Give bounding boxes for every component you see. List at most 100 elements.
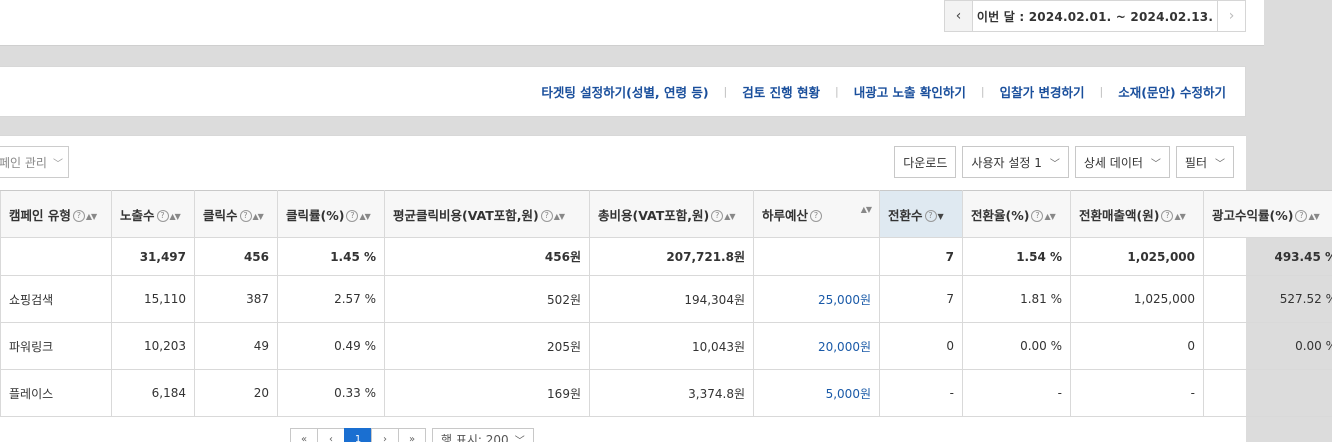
- header-label: 노출수: [120, 207, 155, 223]
- sort-icon[interactable]: ▲▼: [861, 205, 872, 214]
- table-cell: 20: [194, 369, 278, 417]
- header-total-cost[interactable]: 총비용(VAT포함,원)? ▲▼: [589, 190, 754, 238]
- table-cell: 169원: [384, 369, 590, 417]
- help-icon[interactable]: ?: [239, 210, 252, 222]
- table-cell: 456원: [384, 237, 590, 276]
- header-avg-cpc[interactable]: 평균클릭비용(VAT포함,원)? ▲▼: [384, 190, 590, 238]
- help-icon[interactable]: ?: [156, 210, 169, 222]
- table-cell: 3,374.8원: [589, 369, 754, 417]
- filter-label: 필터: [1184, 155, 1207, 170]
- pagination: « ‹ 1 › » 행 표시: 200 ﹀: [290, 428, 534, 442]
- sort-icon[interactable]: ▲▼: [554, 212, 565, 221]
- link-ad-exposure[interactable]: 내광고 노출 확인하기: [851, 82, 969, 101]
- header-label: 광고수익률(%): [1212, 207, 1294, 223]
- chevron-left-icon[interactable]: ‹: [945, 1, 973, 31]
- sort-icon[interactable]: ▲▼: [253, 212, 264, 221]
- campaign-type-cell: 쇼핑검색: [0, 275, 112, 323]
- table-row: 파워링크 10,203 49 0.49 % 205원 10,043원 20,00…: [0, 322, 1332, 370]
- header-conversions[interactable]: 전환수? ▼: [879, 190, 963, 238]
- table-cell: 7: [879, 275, 963, 323]
- link-separator: |: [834, 85, 839, 98]
- table-cell: -: [1070, 369, 1204, 417]
- chevron-down-icon: ﹀: [1150, 158, 1161, 170]
- header-conversion-revenue[interactable]: 전환매출액(원)? ▲▼: [1070, 190, 1204, 238]
- campaign-type-cell: 파워링크: [0, 322, 112, 370]
- table-cell: 194,304원: [589, 275, 754, 323]
- daily-budget-link[interactable]: 20,000원: [753, 322, 880, 370]
- help-icon[interactable]: ?: [1295, 210, 1308, 222]
- help-icon[interactable]: ?: [711, 210, 724, 222]
- table-cell: 2.57 %: [277, 275, 385, 323]
- link-separator: |: [723, 85, 728, 98]
- sort-icon[interactable]: ▲▼: [86, 212, 97, 221]
- user-setting-select[interactable]: 사용자 설정 1 ﹀: [962, 146, 1069, 178]
- header-roas[interactable]: 광고수익률(%)? ▲▼: [1203, 190, 1332, 238]
- header-label: 하루예산: [762, 207, 809, 223]
- table-cell: 0.00 %: [962, 322, 1071, 370]
- first-page-button[interactable]: «: [290, 428, 318, 442]
- filter-select[interactable]: 필터 ﹀: [1175, 146, 1234, 178]
- help-icon[interactable]: ?: [924, 210, 937, 222]
- table-cell: 1,025,000: [1070, 237, 1204, 276]
- header-label: 클릭수: [203, 207, 238, 223]
- table-cell: 0.33 %: [277, 369, 385, 417]
- next-page-button[interactable]: ›: [371, 428, 399, 442]
- sort-icon[interactable]: ▲▼: [1174, 212, 1185, 221]
- link-creative-edit[interactable]: 소재(문안) 수정하기: [1115, 82, 1229, 101]
- link-bid-change[interactable]: 입찰가 변경하기: [997, 82, 1088, 101]
- sort-icon[interactable]: ▲▼: [1308, 212, 1319, 221]
- campaign-select-label: 페인 관리: [0, 155, 47, 170]
- table-cell: -: [962, 369, 1071, 417]
- download-button[interactable]: 다운로드: [894, 146, 957, 178]
- sort-desc-icon[interactable]: ▼: [938, 212, 944, 221]
- chevron-down-icon: ﹀: [1215, 158, 1225, 170]
- table-cell: 0.00 %: [1203, 322, 1332, 370]
- chevron-down-icon: ﹀: [52, 158, 63, 170]
- page-button-current[interactable]: 1: [344, 428, 372, 442]
- header-label: 캠페인 유형: [9, 207, 71, 223]
- help-icon[interactable]: ?: [72, 210, 85, 222]
- detail-data-select[interactable]: 상세 데이터 ﹀: [1074, 146, 1170, 178]
- detail-data-label: 상세 데이터: [1083, 155, 1143, 170]
- help-icon[interactable]: ?: [1161, 210, 1174, 222]
- header-clicks[interactable]: 클릭수? ▲▼: [194, 190, 278, 238]
- sort-icon[interactable]: ▲▼: [170, 212, 181, 221]
- prev-page-button[interactable]: ‹: [317, 428, 345, 442]
- table-cell: [753, 237, 880, 276]
- table-cell: 31,497: [111, 237, 195, 276]
- help-icon[interactable]: ?: [1031, 210, 1044, 222]
- sort-icon[interactable]: ▲▼: [724, 212, 735, 221]
- table-cell: 456: [194, 237, 278, 276]
- table-row: 플레이스 6,184 20 0.33 % 169원 3,374.8원 5,000…: [0, 369, 1332, 417]
- rows-per-page-select[interactable]: 행 표시: 200 ﹀: [432, 428, 534, 442]
- table-cell: 6,184: [111, 369, 195, 417]
- link-targeting[interactable]: 타겟팅 설정하기(성별, 연령 등): [538, 82, 711, 101]
- help-icon[interactable]: ?: [540, 210, 553, 222]
- period-selector: ‹ 이번 달 : 2024.02.01. ~ 2024.02.13. ›: [944, 0, 1246, 32]
- table-header-row: 캠페인 유형? ▲▼ 노출수? ▲▼ 클릭수? ▲▼ 클릭률(%)? ▲▼ 평균클릭비용…: [0, 190, 1332, 238]
- daily-budget-link[interactable]: 5,000원: [753, 369, 880, 417]
- campaign-management-select[interactable]: 페인 관리 ﹀: [0, 146, 69, 178]
- quick-links: 타겟팅 설정하기(성별, 연령 등) | 검토 진행 현황 | 내광고 노출 확…: [538, 67, 1229, 116]
- table-cell: -: [1203, 369, 1332, 417]
- link-review-status[interactable]: 검토 진행 현황: [739, 82, 823, 101]
- last-page-button[interactable]: »: [398, 428, 426, 442]
- header-conversion-rate[interactable]: 전환율(%)? ▲▼: [962, 190, 1071, 238]
- chevron-right-icon[interactable]: ›: [1217, 1, 1245, 31]
- sort-icon[interactable]: ▲▼: [1044, 212, 1055, 221]
- header-daily-budget[interactable]: 하루예산? ▲▼: [753, 190, 880, 238]
- campaign-type-cell: 플레이스: [0, 369, 112, 417]
- table-total-row: 31,497 456 1.45 % 456원 207,721.8원 7 1.54…: [0, 237, 1332, 276]
- header-ctr[interactable]: 클릭률(%)? ▲▼: [277, 190, 385, 238]
- table-cell: 1,025,000: [1070, 275, 1204, 323]
- table-cell: 387: [194, 275, 278, 323]
- header-impressions[interactable]: 노출수? ▲▼: [111, 190, 195, 238]
- daily-budget-link[interactable]: 25,000원: [753, 275, 880, 323]
- table-cell: 1.54 %: [962, 237, 1071, 276]
- help-icon[interactable]: ?: [346, 210, 359, 222]
- help-icon[interactable]: ?: [810, 210, 823, 222]
- sort-icon[interactable]: ▲▼: [359, 212, 370, 221]
- download-label: 다운로드: [903, 155, 948, 170]
- header-campaign-type[interactable]: 캠페인 유형? ▲▼: [0, 190, 112, 238]
- chevron-down-icon: ﹀: [1049, 158, 1060, 170]
